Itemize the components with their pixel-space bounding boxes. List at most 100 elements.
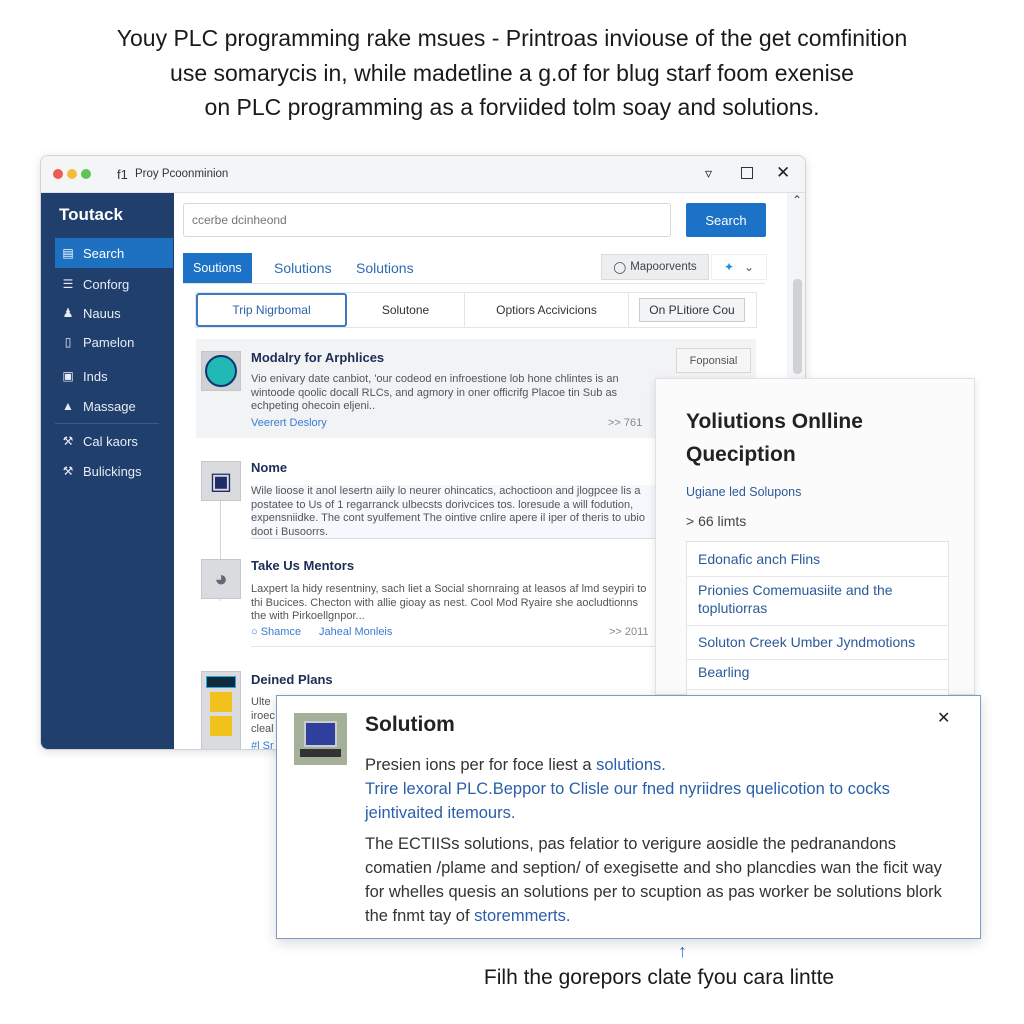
side-panel-title: Yoliutions Onlline Queciption (686, 410, 863, 466)
arrow-up-icon: ↑ (678, 941, 687, 961)
close-icon[interactable]: ✕ (937, 708, 950, 728)
map-button[interactable]: ◯ Mapoorvents (601, 254, 709, 280)
storemmerts-link[interactable]: storemmerts. (474, 907, 570, 925)
result-link[interactable]: Veerert Deslory (251, 417, 327, 429)
result-title[interactable]: Deined Plans (251, 672, 333, 687)
solutions-link[interactable]: solutions. (596, 756, 666, 774)
sidebar-item-inds[interactable]: ▣ Inds (55, 361, 173, 391)
result-icon (201, 351, 241, 391)
sidebar-item-massage[interactable]: ▲ Massage (55, 391, 173, 421)
map-button-label: Mapoorvents (630, 261, 697, 273)
side-panel: Yoliutions Onlline Queciption Ugiane led… (655, 378, 975, 696)
headline-line-2: use somarycis in, while madetline a g.of… (170, 60, 854, 86)
subtab-on-plitiore[interactable]: On PLitiore Cou (639, 298, 745, 322)
result-title[interactable]: Modalry for Arphlices (251, 350, 384, 365)
result-icon: ▣ (201, 461, 241, 501)
tab-soutions[interactable]: Soutions (183, 253, 252, 283)
settings-icon: ☰ (62, 277, 74, 291)
subtab-options[interactable]: Optiors Accivicions (465, 293, 629, 327)
result-count: >> 761 (608, 417, 643, 429)
zoom-dot[interactable] (81, 169, 91, 179)
divider (251, 646, 656, 647)
subtab-trip[interactable]: Trip Nigrbomal (196, 293, 347, 327)
result-text: Wile lioose it anol lesertn aiily lo neu… (251, 485, 656, 539)
bag-icon: ▲ (62, 399, 74, 413)
user-icon: ♟ (62, 306, 74, 320)
sidebar-item-label: Cal kaors (83, 433, 138, 449)
sidebar-item-label: Inds (83, 368, 108, 384)
keyboard-icon (300, 749, 341, 757)
sidebar: Toutack ▤ Search ☰ Conforg ♟ Nauus ▯ Pamelon… (41, 193, 174, 749)
clipboard-icon: ▤ (62, 246, 74, 260)
sidebar-item-conforg[interactable]: ☰ Conforg (55, 269, 173, 299)
app-icon: f1 (117, 167, 128, 182)
minimize-icon[interactable]: ▿ (705, 165, 712, 182)
window-title: Proy Pcoonminion (135, 168, 229, 180)
display-icon (206, 676, 236, 688)
result-text: Vio enivary date canbiot, 'our codeod en… (251, 373, 619, 412)
module-icon (210, 692, 232, 712)
dialog-text: Presien ions per for foce liest a (365, 756, 597, 774)
result-icon (201, 671, 241, 749)
result-link[interactable]: #l Sr (251, 740, 274, 749)
result-link[interactable]: Jaheal Monleis (319, 626, 392, 638)
dialog-title: Solutiom (365, 713, 455, 736)
owl-logo-icon (205, 355, 237, 387)
result-action-button[interactable]: Foponsial (676, 348, 751, 373)
minimize-dot[interactable] (67, 169, 77, 179)
sidebar-item-bulickings[interactable]: ⚒ Bulickings (55, 456, 173, 486)
tab-solutions-2[interactable]: Solutions (264, 253, 342, 283)
disc-icon: ◕ (214, 566, 228, 591)
sidebar-item-label: Massage (83, 398, 136, 414)
monitor-icon: ▣ (209, 467, 233, 495)
dialog-body: The ECTIISs solutions, pas felatior to v… (365, 832, 965, 928)
sidebar-item-label: Search (83, 245, 125, 261)
phone-icon: ▯ (64, 335, 72, 349)
tab-solutions-3[interactable]: Solutions (346, 253, 424, 283)
title-bar: f1 Proy Pcoonminion ▿ ✕ (41, 156, 805, 193)
subtab-solutone[interactable]: Solutone (347, 293, 465, 327)
side-panel-subtitle[interactable]: Ugiane led Solupons (686, 485, 801, 499)
computer-screen-icon (304, 721, 337, 747)
caption: Filh the gorepors clate fyou cara lintte (483, 966, 835, 989)
result-title[interactable]: Take Us Mentors (251, 558, 354, 573)
dialog-body-text: The ECTIISs solutions, pas felatior to v… (365, 835, 942, 925)
search-input[interactable] (183, 203, 671, 237)
sidebar-item-label: Nauus (83, 305, 121, 321)
maximize-icon[interactable] (741, 167, 753, 179)
brand-logo: Toutack (59, 205, 123, 224)
solution-dialog: Solutiom ✕ Presien ions per for foce lie… (276, 695, 981, 939)
result-link[interactable]: ○ Shamce (251, 626, 301, 638)
close-dot[interactable] (53, 169, 63, 179)
sidebar-item-cal-kaors[interactable]: ⚒ Cal kaors (55, 426, 173, 456)
result-text: Laxpert la hidy resentniny, sach liet a … (251, 583, 647, 622)
close-icon[interactable]: ✕ (776, 163, 790, 183)
headline-line-3: on PLC programming as a forviided tolm s… (204, 94, 820, 120)
scrollbar-thumb[interactable] (793, 279, 802, 374)
twitter-icon: ✦ (723, 260, 734, 274)
sidebar-item-search[interactable]: ▤ Search (55, 238, 173, 268)
sidebar-item-label: Bulickings (83, 463, 142, 479)
sidebar-item-label: Pamelon (83, 334, 135, 350)
search-button[interactable]: Search (686, 203, 766, 237)
sidebar-item-label: Conforg (83, 276, 130, 292)
search-circle-icon: ◯ (613, 262, 627, 274)
headline-line-1: Youy PLC programming rake msues - Printr… (116, 25, 908, 51)
scroll-up-icon[interactable]: ⌃ (787, 193, 805, 207)
wrench-icon: ⚒ (62, 464, 74, 478)
dialog-link-paragraph[interactable]: Trire lexoral PLC.Beppor to Clisle our f… (365, 777, 955, 825)
sidebar-item-pamelon[interactable]: ▯ Pamelon (55, 327, 173, 357)
side-panel-item[interactable]: Edonafic anch Flins (686, 542, 948, 577)
share-dropdown[interactable]: ✦ ⌄ (711, 254, 767, 280)
computer-thumbnail (294, 713, 347, 765)
module-icon (210, 716, 232, 736)
sidebar-divider (55, 423, 159, 424)
link-label: Shamce (260, 626, 302, 638)
chevron-down-icon: ⌄ (744, 260, 755, 274)
wrench-icon: ⚒ (62, 434, 74, 448)
side-panel-count: > 66 limts (686, 513, 747, 529)
result-title[interactable]: Nome (251, 460, 287, 475)
sidebar-item-nauus[interactable]: ♟ Nauus (55, 298, 173, 328)
side-panel-item[interactable]: Bearling (686, 655, 948, 690)
side-panel-item[interactable]: Prionies Comemuasiite and the toplutiorr… (686, 576, 948, 626)
